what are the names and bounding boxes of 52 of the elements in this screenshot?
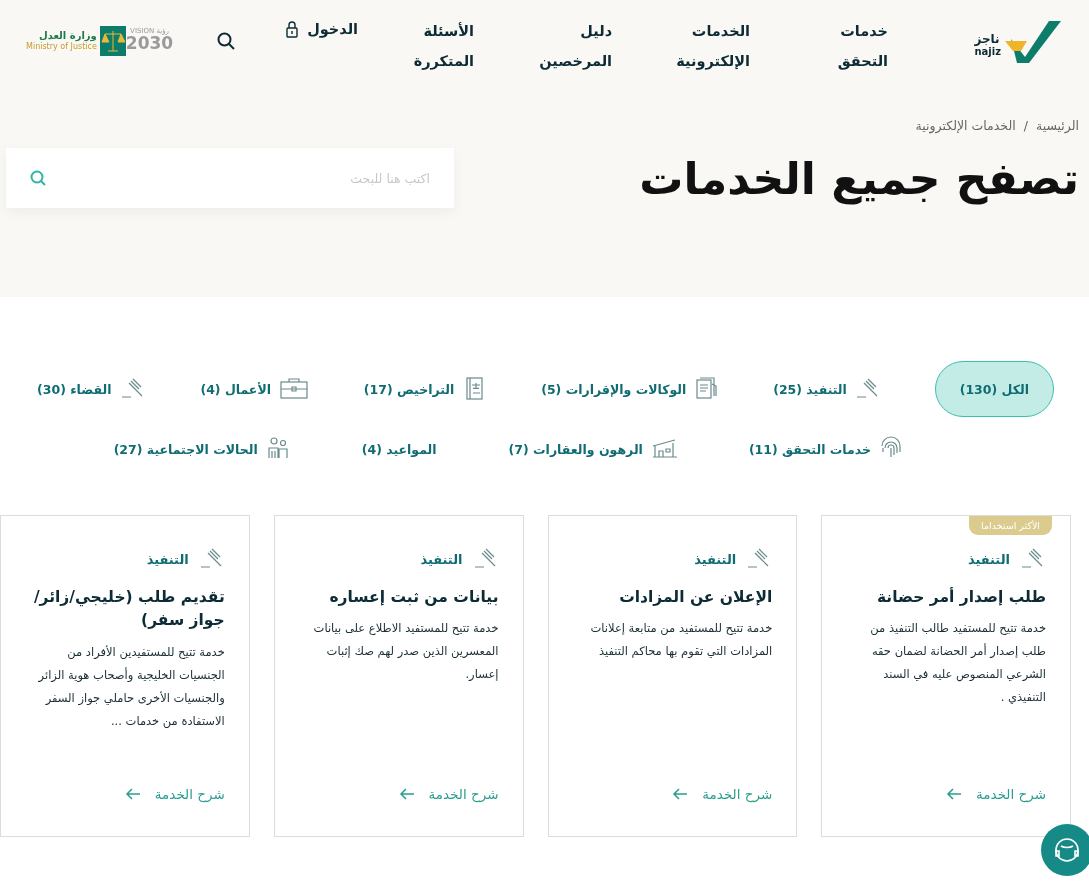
page-title: تصفح جميع الخدمات (639, 153, 1079, 204)
category-label: التنفيذ (146, 551, 189, 567)
login-link[interactable]: الدخول (285, 16, 359, 42)
category-tab[interactable]: التراخيص (17) (362, 361, 488, 417)
emblem-icon (99, 26, 126, 56)
category-tab[interactable]: الكل (130) (934, 361, 1054, 417)
service-title: تقديم طلب (خليجي/زائر/جواز سفر) (32, 587, 225, 632)
category-tab[interactable]: المواعيد (4) (360, 421, 438, 477)
breadcrumb-link[interactable]: الرئيسية (1035, 118, 1079, 133)
search-button[interactable] (217, 32, 236, 52)
category-tab[interactable]: القضاء (30) (36, 361, 147, 417)
arrow-left-icon (124, 787, 141, 801)
service-title: الإعلان عن المزادات (618, 587, 773, 608)
category-tab[interactable]: الرهون والعقارات (7) (507, 421, 678, 477)
service-details-link[interactable]: شرح الخدمة (398, 786, 499, 802)
service-description: خدمة تتيح للمستفيد من متابعة إعلانات المزادات التي تقوم بها محاكم التنفيذ (589, 620, 773, 661)
service-description: خدمة تتيح للمستفيد طالب التنفيذ من طلب إصدار أمر الحضانة لضمان حقه الشرعي المنصوص عليه في السند التنفيذي . (869, 620, 1046, 707)
briefcase-icon (279, 376, 309, 402)
arrow-left-icon (672, 787, 689, 801)
service-title: بيانات من ثبت إعساره (328, 587, 499, 608)
search-icon (217, 32, 236, 50)
category-tab[interactable]: التنفيذ (25) (772, 361, 882, 417)
logo-text: Ministry of Justice (26, 42, 97, 52)
search-icon (30, 170, 46, 186)
logo-text: وزارة العدل (39, 30, 97, 43)
breadcrumb-separator: / (1023, 118, 1028, 133)
nav-link[interactable]: خدمات التحقق (802, 16, 889, 76)
document-icon (694, 376, 719, 402)
service-description: خدمة تتيح للمستفيدين الأفراد من الجنسيات الخليجية وأصحاب هوية الزائر والجنسيات الأخرى حاملي جواز السفر الاستفادة من خدمات ... (37, 643, 225, 730)
arrow-left-icon (946, 787, 963, 801)
most-used-badge: الأكثر استخداما (969, 516, 1052, 535)
arrow-left-icon (398, 787, 415, 801)
support-chat-button[interactable] (1041, 824, 1089, 876)
lock-icon (285, 20, 300, 38)
logo-text: najiz (974, 46, 1001, 58)
service-details-link[interactable]: شرح الخدمة (672, 786, 773, 802)
breadcrumb-link[interactable]: الخدمات الإلكترونية (915, 118, 1016, 133)
logo-text: ناجز (974, 32, 1000, 47)
nav-link[interactable]: الأسئلة المتكررة (388, 16, 475, 76)
service-title: طلب إصدار أمر حضانة (875, 586, 1046, 608)
service-details-link[interactable]: شرح الخدمة (946, 786, 1046, 802)
nav-link[interactable]: الخدمات الإلكترونية (664, 16, 751, 76)
category-tab[interactable]: الحالات الاجتماعية (27) (112, 421, 291, 477)
service-details-link[interactable]: شرح الخدمة (124, 786, 225, 802)
category-label: التنفيذ (694, 551, 737, 567)
category-label: التنفيذ (967, 551, 1010, 567)
service-description: خدمة تتيح للمستفيد الاطلاع على بيانات المعسرين الذين صدر لهم صك إثبات إعسار. (312, 620, 499, 684)
category-tab[interactable]: الأعمال (4) (199, 361, 310, 417)
category-tab[interactable]: الوكالات والإقرارات (5) (540, 361, 720, 417)
category-label: التنفيذ (420, 551, 463, 567)
category-tab[interactable]: خدمات التحقق (11) (747, 421, 904, 477)
nav-link[interactable]: دليل المرخصين (526, 16, 613, 76)
